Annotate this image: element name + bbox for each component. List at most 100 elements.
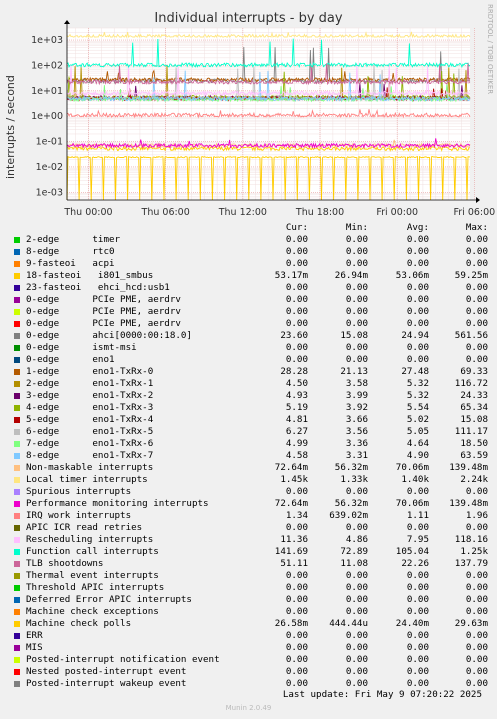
legend-value-max: 0.00 [465, 582, 488, 593]
legend-value-min: 4.86 [345, 534, 368, 545]
legend-swatch [14, 465, 20, 471]
legend-value-min: 444.44u [329, 618, 368, 629]
legend-value-min: 15.08 [340, 330, 368, 341]
legend-item: 0-edge ahci[0000:00:18.0] 23.60 15.08 24.94… [12, 330, 492, 342]
legend-swatch [14, 369, 20, 375]
legend-item: Rescheduling interrupts 11.36 4.86 7.95 118.… [12, 534, 492, 546]
legend-item: 9-fasteoi acpi 0.00 0.00 0.00 0.00 [12, 258, 492, 270]
x-tick-label: Fri 06:00 [454, 207, 496, 218]
legend-col-min: Min: [345, 222, 368, 233]
legend-item: 0-edge ismt-msi 0.00 0.00 0.00 0.00 [12, 342, 492, 354]
legend-swatch [14, 345, 20, 351]
legend-swatch [14, 633, 20, 639]
legend-value-max: 0.00 [465, 522, 488, 533]
legend-value-max: 111.17 [454, 426, 488, 437]
legend-value-max: 0.00 [465, 258, 488, 269]
legend-swatch [14, 585, 20, 591]
legend-series-name: 0-edge ahci[0000:00:18.0] [26, 330, 192, 341]
x-tick-label: Fri 00:00 [376, 207, 418, 218]
legend-series-name: 0-edge ismt-msi [26, 342, 137, 353]
legend-item: Machine check polls 26.58m 444.44u 24.40m 29… [12, 618, 492, 630]
legend-swatch [14, 285, 20, 291]
legend-item: 0-edge PCIe PME, aerdrv 0.00 0.00 0.00 0.00 [12, 318, 492, 330]
legend-series-name: ERR [26, 630, 43, 641]
legend-value-min: 0.00 [345, 354, 368, 365]
legend-item: Machine check exceptions 0.00 0.00 0.00 0.00 [12, 606, 492, 618]
legend-swatch [14, 381, 20, 387]
legend-series-name: 5-edge eno1-TxRx-4 [26, 414, 154, 425]
legend-swatch [14, 261, 20, 267]
legend-series-name: Threshold APIC interrupts [26, 582, 165, 593]
legend-swatch [14, 393, 20, 399]
legend-swatch [14, 357, 20, 363]
legend-series-name: 4-edge eno1-TxRx-3 [26, 402, 154, 413]
legend-series-name: Thermal event interrupts [26, 570, 159, 581]
legend-swatch [14, 645, 20, 651]
legend-item: 18-fasteoi i801_smbus 53.17m 26.94m 53.06m 5… [12, 270, 492, 282]
legend-swatch [14, 621, 20, 627]
legend-series-name: Machine check polls [26, 618, 132, 629]
legend-series-name: 18-fasteoi i801_smbus [26, 270, 154, 281]
legend-swatch [14, 537, 20, 543]
legend-value-max: 65.34 [460, 402, 488, 413]
y-tick-label: 1e+02 [31, 60, 63, 71]
legend-value-min: 0.00 [345, 654, 368, 665]
legend-swatch [14, 417, 20, 423]
legend-value-min: 0.00 [345, 642, 368, 653]
legend-value-max: 118.16 [454, 534, 488, 545]
x-tick-label: Thu 12:00 [218, 207, 267, 218]
legend-swatch [14, 657, 20, 663]
legend-value-max: 0.00 [465, 594, 488, 605]
x-tick-label: Thu 00:00 [63, 207, 112, 218]
legend-swatch [14, 597, 20, 603]
y-tick-label: 1e-03 [36, 187, 63, 198]
legend-value-min: 11.08 [340, 558, 368, 569]
legend-swatch [14, 573, 20, 579]
legend-item: Posted-interrupt notification event 0.00 0… [12, 654, 492, 666]
legend-value-min: 0.00 [345, 294, 368, 305]
legend-item: Local timer interrupts 1.45k 1.33k 1.40k 2.2… [12, 474, 492, 486]
legend-value-min: 0.00 [345, 234, 368, 245]
legend-swatch [14, 249, 20, 255]
legend-value-min: 0.00 [345, 258, 368, 269]
legend-series-name: Machine check exceptions [26, 606, 159, 617]
legend-swatch [14, 609, 20, 615]
legend-value-max: 0.00 [465, 282, 488, 293]
legend: Cur: Min: Avg: Max: 2-edge timer 0.00 0.00… [12, 222, 492, 690]
legend-item: 0-edge PCIe PME, aerdrv 0.00 0.00 0.00 0.00 [12, 294, 492, 306]
legend-value-max: 63.59 [460, 450, 488, 461]
legend-series-name: 2-edge eno1-TxRx-1 [26, 378, 154, 389]
legend-swatch [14, 561, 20, 567]
legend-series-name: Deferred Error APIC interrupts [26, 594, 192, 605]
legend-value-max: 24.33 [460, 390, 488, 401]
legend-series-name: 8-edge rtc0 [26, 246, 115, 257]
y-tick-label: 1e-01 [36, 137, 63, 148]
legend-item: 5-edge eno1-TxRx-4 4.81 3.66 5.02 15.08 [12, 414, 492, 426]
last-update: Last update: Fri May 9 07:20:22 2025 [282, 689, 482, 700]
legend-item: 7-edge eno1-TxRx-6 4.99 3.36 4.64 18.50 [12, 438, 492, 450]
legend-series-name: 2-edge timer [26, 234, 121, 245]
legend-series-name: Non-maskable interrupts [26, 462, 154, 473]
legend-item: 3-edge eno1-TxRx-2 4.93 3.99 5.32 24.33 [12, 390, 492, 402]
legend-swatch [14, 525, 20, 531]
x-tick-label: Thu 06:00 [141, 207, 190, 218]
legend-value-min: 0.00 [345, 582, 368, 593]
legend-value-min: 3.92 [345, 402, 368, 413]
legend-swatch [14, 549, 20, 555]
legend-item: 8-edge eno1-TxRx-7 4.58 3.31 4.90 63.59 [12, 450, 492, 462]
legend-series-name: MIS [26, 642, 43, 653]
legend-value-max: 0.00 [465, 606, 488, 617]
legend-series-name: TLB shootdowns [26, 558, 104, 569]
legend-value-min: 0.00 [345, 282, 368, 293]
legend-value-min: 0.00 [345, 342, 368, 353]
legend-series-name: 0-edge PCIe PME, aerdrv [26, 294, 181, 305]
legend-series-name: 0-edge PCIe PME, aerdrv [26, 318, 181, 329]
x-axis-arrow [476, 197, 480, 203]
y-tick-label: 1e-02 [36, 162, 63, 173]
legend-value-min: 0.00 [345, 246, 368, 257]
legend-series-name: Function call interrupts [26, 546, 159, 557]
legend-series-name: 7-edge eno1-TxRx-6 [26, 438, 154, 449]
legend-item: 23-fasteoi ehci_hcd:usb1 0.00 0.00 0.00 0.00 [12, 282, 492, 294]
legend-item: Function call interrupts 141.69 72.89 105.0… [12, 546, 492, 558]
legend-swatch [14, 477, 20, 483]
